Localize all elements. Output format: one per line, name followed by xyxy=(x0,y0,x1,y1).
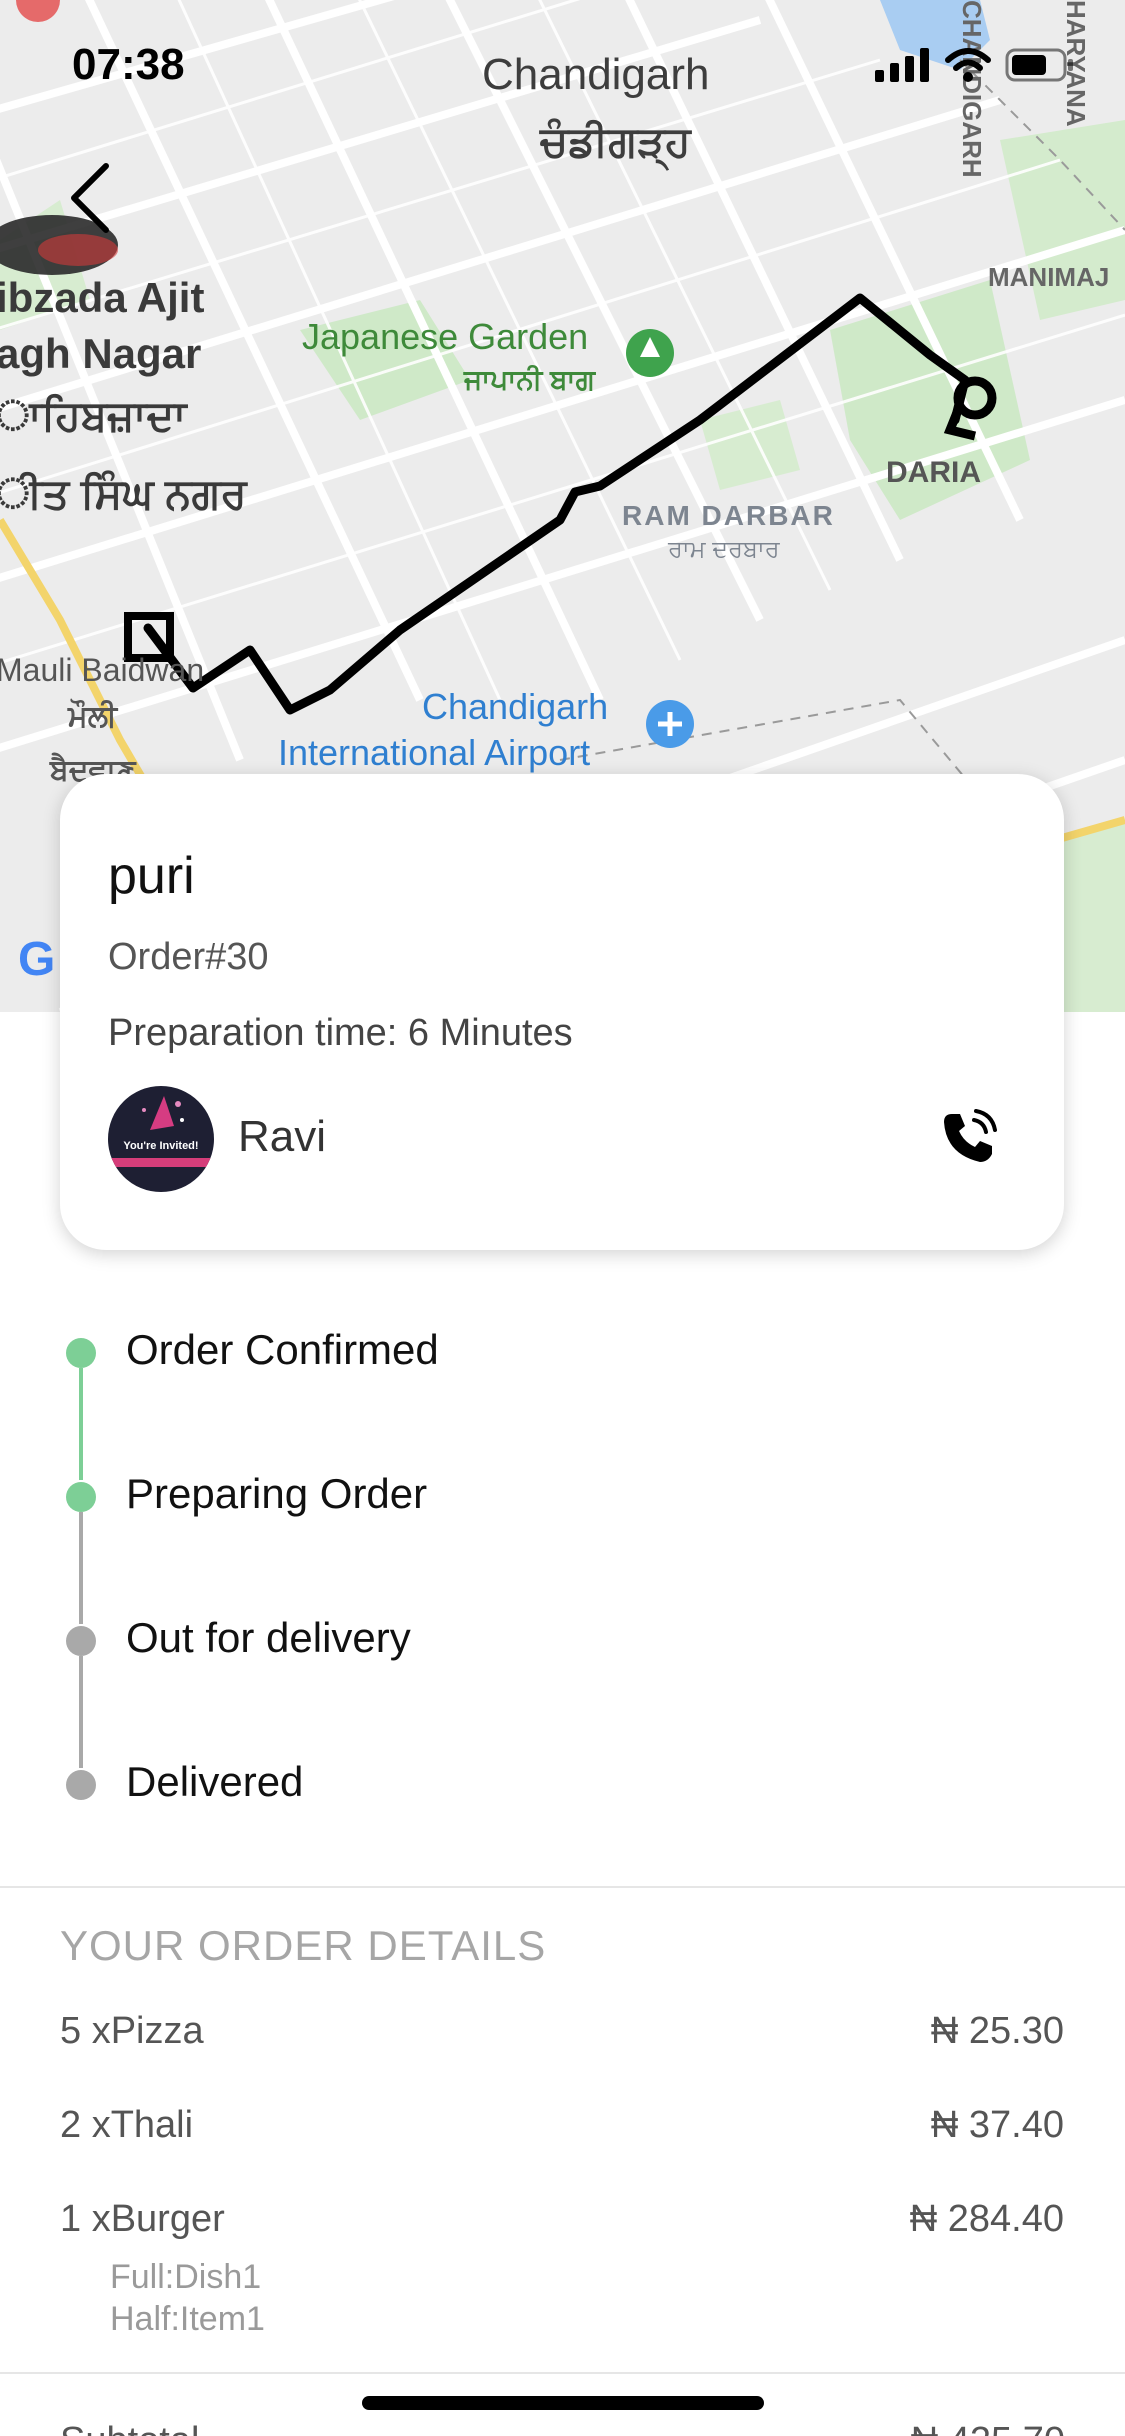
order-item-price: ₦ 25.30 xyxy=(930,2010,1064,2052)
timeline-connector xyxy=(79,1512,83,1624)
order-item-price: ₦ 37.40 xyxy=(930,2104,1064,2146)
timeline-step-label: Out for delivery xyxy=(126,1614,411,1661)
order-item-name: 2 xThali xyxy=(60,2104,194,2146)
order-summary-card: puri Order#30 Preparation time: 6 Minute… xyxy=(60,774,1064,1250)
driver-avatar: You're Invited! xyxy=(108,1086,214,1192)
back-button[interactable] xyxy=(62,160,122,240)
map-label-sahibzada-2: agh Nagar xyxy=(0,330,202,377)
map-label-manimajra: MANIMAJ xyxy=(988,262,1110,292)
map-label-city: Chandigarh xyxy=(482,50,710,99)
section-divider xyxy=(0,2372,1125,2374)
order-item-option: Half:Item1 xyxy=(110,2300,265,2338)
map-label-sahibzada-1: ibzada Ajit xyxy=(0,274,205,321)
order-item-name: 5 xPizza xyxy=(60,2010,204,2052)
map-label-airport-1: Chandigarh xyxy=(422,686,609,727)
status-icons xyxy=(875,48,1075,82)
map-label-ram-darbar: RAM DARBAR xyxy=(622,500,835,531)
driver-name: Ravi xyxy=(238,1112,327,1161)
restaurant-name: puri xyxy=(108,847,195,905)
timeline-dot xyxy=(66,1770,96,1800)
subtotal-value: ₦ 425.70 xyxy=(911,2420,1065,2436)
order-item-row: 5 xPizza ₦ 25.30 xyxy=(60,2010,1064,2060)
home-indicator xyxy=(362,2396,764,2410)
map-label-daria: DARIA xyxy=(886,456,981,489)
order-details-section: YOUR ORDER DETAILS 5 xPizza ₦ 25.30 2 xT… xyxy=(0,1888,1125,2436)
avatar-bar xyxy=(108,1158,214,1167)
timeline-dot xyxy=(66,1338,96,1368)
google-logo: G xyxy=(18,933,56,986)
timeline-step-label: Order Confirmed xyxy=(126,1326,439,1373)
map-label-mauli: Mauli Baidwan xyxy=(0,652,205,688)
signal-icon xyxy=(875,48,929,82)
order-item-row: 1 xBurger ₦ 284.40 Full:Dish1 Half:Item1 xyxy=(60,2198,1064,2338)
map-label-japanese-garden: Japanese Garden xyxy=(302,316,589,357)
status-time: 07:38 xyxy=(72,40,185,89)
timeline-step-label: Delivered xyxy=(126,1758,304,1805)
timeline-connector xyxy=(79,1368,83,1480)
chevron-left-icon xyxy=(71,163,109,233)
order-item-option: Full:Dish1 xyxy=(110,2258,262,2296)
avatar-text: You're Invited! xyxy=(123,1140,199,1152)
timeline-step-label: Preparing Order xyxy=(126,1470,428,1517)
order-tracking-screen: Chandigarh ਚੰਡੀਗੜ੍ਹ ibzada Ajit agh Naga… xyxy=(0,0,1125,2436)
map-label-japanese-garden-local: ਜਾਪਾਨੀ ਬਾਗ xyxy=(464,364,596,395)
battery-icon xyxy=(1005,48,1073,82)
timeline-dot xyxy=(66,1482,96,1512)
map-label-ram-darbar-local: ਰਾਮ ਦਰਬਾਰ xyxy=(668,536,780,563)
order-details-title: YOUR ORDER DETAILS xyxy=(60,1922,547,1969)
preparation-time: Preparation time: 6 Minutes xyxy=(108,1012,573,1054)
map-label-city-local: ਚੰਡੀਗੜ੍ਹ xyxy=(540,118,691,165)
order-number: Order#30 xyxy=(108,936,269,978)
timeline-connector xyxy=(79,1656,83,1768)
map-label-mauli-local: ਮੌਲੀ xyxy=(68,700,118,733)
call-driver-button[interactable] xyxy=(938,1108,998,1168)
order-item-price: ₦ 284.40 xyxy=(909,2198,1064,2240)
map-label-sahibzada-3: ਾਹਿਬਜ਼ਾਦਾ xyxy=(0,392,187,439)
wifi-icon xyxy=(945,48,991,82)
party-icon xyxy=(142,1096,184,1130)
subtotal-label: Subtotal xyxy=(60,2420,199,2436)
timeline-dot xyxy=(66,1626,96,1656)
order-item-row: 2 xThali ₦ 37.40 xyxy=(60,2104,1064,2154)
phone-call-icon xyxy=(944,1109,997,1162)
map-label-airport-2: International Airport xyxy=(278,732,591,773)
map-label-side-chandigarh: CHANDIGARH xyxy=(957,0,987,178)
order-item-name: 1 xBurger xyxy=(60,2198,225,2240)
map-label-sahibzada-4: ੀਤ ਸਿੰਘ ਨਗਰ xyxy=(0,470,247,517)
